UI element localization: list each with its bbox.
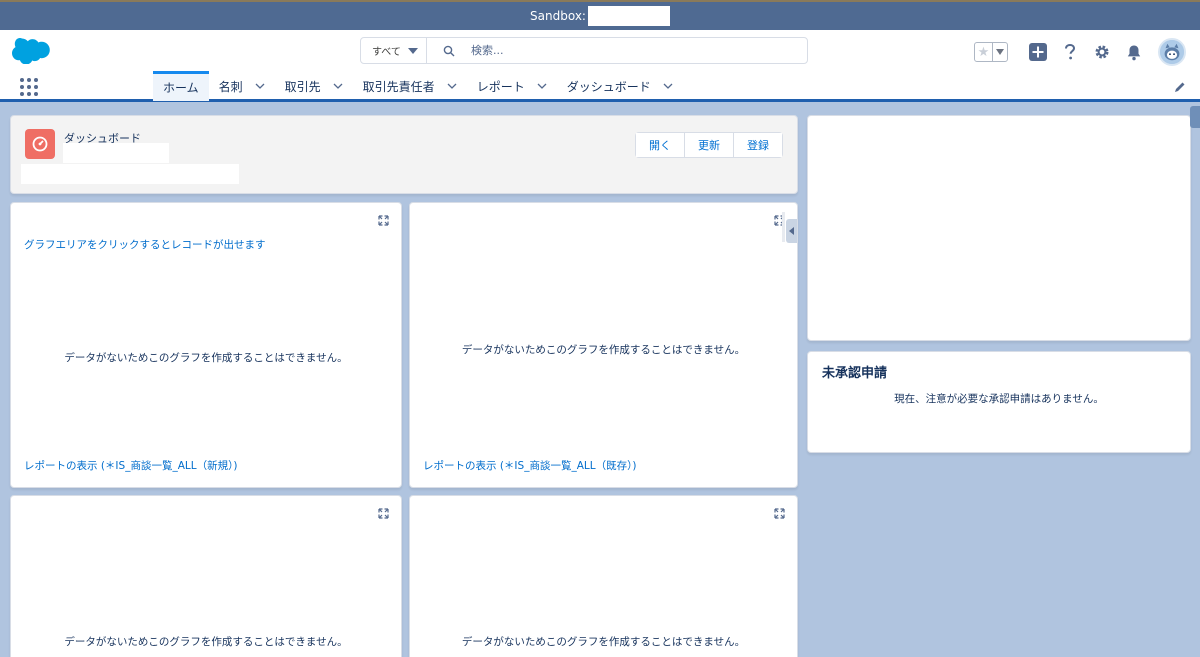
header-actions: ★ — [974, 38, 1186, 66]
chevron-down-icon[interactable] — [537, 81, 547, 91]
search-scope-dropdown[interactable]: すべて — [361, 38, 427, 63]
chevron-down-icon[interactable] — [333, 81, 343, 91]
utility-panel-tab[interactable] — [1190, 106, 1200, 128]
subscribe-button[interactable]: 登録 — [734, 133, 782, 157]
chart-card-3: データがないためこのグラフを作成することはできません。 — [10, 495, 402, 657]
chevron-down-icon[interactable] — [255, 81, 265, 91]
chevron-down-icon — [408, 47, 418, 54]
salesforce-logo-icon[interactable] — [12, 38, 50, 64]
expand-icon[interactable] — [378, 215, 389, 226]
global-search: すべて — [360, 37, 808, 64]
search-input[interactable] — [471, 44, 771, 57]
expand-icon[interactable] — [378, 508, 389, 519]
no-data-message: データがないためこのグラフを作成することはできません。 — [64, 636, 348, 648]
tab-label: 取引先責任者 — [362, 79, 435, 94]
chart-card-4: データがないためこのグラフを作成することはできません。 — [409, 495, 798, 657]
chevron-left-icon — [789, 227, 794, 235]
no-data-message: データがないためこのグラフを作成することはできません。 — [64, 352, 348, 364]
tab-business-cards[interactable]: 名刺 — [209, 71, 275, 101]
view-report-link[interactable]: レポートの表示 (＊IS_商談一覧_ALL（新規）) — [24, 458, 237, 473]
tab-label: ダッシュボード — [566, 79, 651, 94]
chevron-down-icon — [996, 49, 1004, 55]
app-navigation: ホーム 名刺 取引先 取引先責任者 レポート ダッシュボード — [0, 71, 1200, 101]
help-button[interactable] — [1060, 42, 1080, 62]
notifications-button[interactable] — [1124, 42, 1144, 62]
avatar[interactable] — [1158, 38, 1186, 66]
gear-icon — [1095, 45, 1109, 59]
dashboard-icon — [25, 129, 55, 159]
collapse-panel-tab[interactable] — [786, 219, 797, 243]
search-icon — [443, 45, 455, 56]
tab-contacts[interactable]: 取引先責任者 — [353, 71, 467, 101]
chart-hint-text: グラフエリアをクリックするとレコードが出せます — [24, 239, 266, 251]
tab-reports[interactable]: レポート — [467, 71, 557, 101]
chevron-down-icon[interactable] — [447, 81, 457, 91]
user-avatar-icon — [1160, 40, 1184, 64]
refresh-button[interactable]: 更新 — [685, 133, 734, 157]
dashboard-subtitle-redacted — [21, 164, 239, 184]
sandbox-name-redacted — [587, 6, 670, 26]
app-launcher-icon[interactable] — [20, 78, 38, 96]
tab-accounts[interactable]: 取引先 — [275, 71, 353, 101]
expand-icon[interactable] — [774, 508, 785, 519]
tab-label: レポート — [476, 79, 525, 94]
no-data-message: データがないためこのグラフを作成することはできません。 — [461, 344, 746, 356]
pending-approvals-message: 現在、注意が必要な承認申請はありません。 — [894, 393, 1104, 405]
help-icon — [1065, 43, 1076, 60]
tab-label: 名刺 — [218, 79, 243, 94]
pending-approvals-title: 未承認申請 — [822, 366, 888, 381]
nav-tabs: ホーム 名刺 取引先 取引先責任者 レポート ダッシュボード — [153, 71, 683, 101]
right-empty-card — [807, 115, 1191, 341]
search-field — [427, 38, 807, 63]
no-data-message: データがないためこのグラフを作成することはできません。 — [461, 636, 746, 648]
sandbox-label: Sandbox: — [530, 9, 586, 23]
pending-approvals-card: 未承認申請 現在、注意が必要な承認申請はありません。 — [807, 351, 1191, 453]
tab-label: 取引先 — [284, 79, 321, 94]
chevron-down-icon[interactable] — [663, 81, 673, 91]
dashboard-actions: 開く 更新 登録 — [635, 132, 783, 158]
favorites-control: ★ — [974, 42, 1008, 62]
global-create-button[interactable] — [1028, 42, 1048, 62]
bell-icon — [1127, 45, 1141, 60]
favorites-dropdown[interactable] — [993, 43, 1007, 61]
favorite-star-icon[interactable]: ★ — [975, 43, 993, 61]
plus-icon — [1029, 43, 1047, 61]
chart-card-1: グラフエリアをクリックするとレコードが出せます データがないためこのグラフを作成… — [10, 202, 402, 488]
dashboard-header-card: ダッシュボード 開く 更新 登録 — [10, 115, 798, 194]
global-header: すべて ★ — [0, 30, 1200, 102]
view-report-link[interactable]: レポートの表示 (＊IS_商談一覧_ALL（既存）) — [423, 458, 636, 473]
tab-dashboards[interactable]: ダッシュボード — [557, 71, 683, 101]
sandbox-bar: Sandbox: — [0, 0, 1200, 30]
panel-scrollbar[interactable] — [782, 212, 785, 242]
chart-card-2: データがないためこのグラフを作成することはできません。 レポートの表示 (＊IS… — [409, 202, 798, 488]
tab-label: ホーム — [163, 81, 199, 95]
open-button[interactable]: 開く — [636, 133, 685, 157]
gauge-icon — [32, 136, 48, 152]
dashboard-name-redacted — [63, 143, 169, 163]
tab-home[interactable]: ホーム — [153, 71, 209, 101]
search-scope-label: すべて — [372, 47, 401, 58]
setup-button[interactable] — [1092, 42, 1112, 62]
edit-nav-pencil-icon[interactable] — [1174, 81, 1186, 93]
